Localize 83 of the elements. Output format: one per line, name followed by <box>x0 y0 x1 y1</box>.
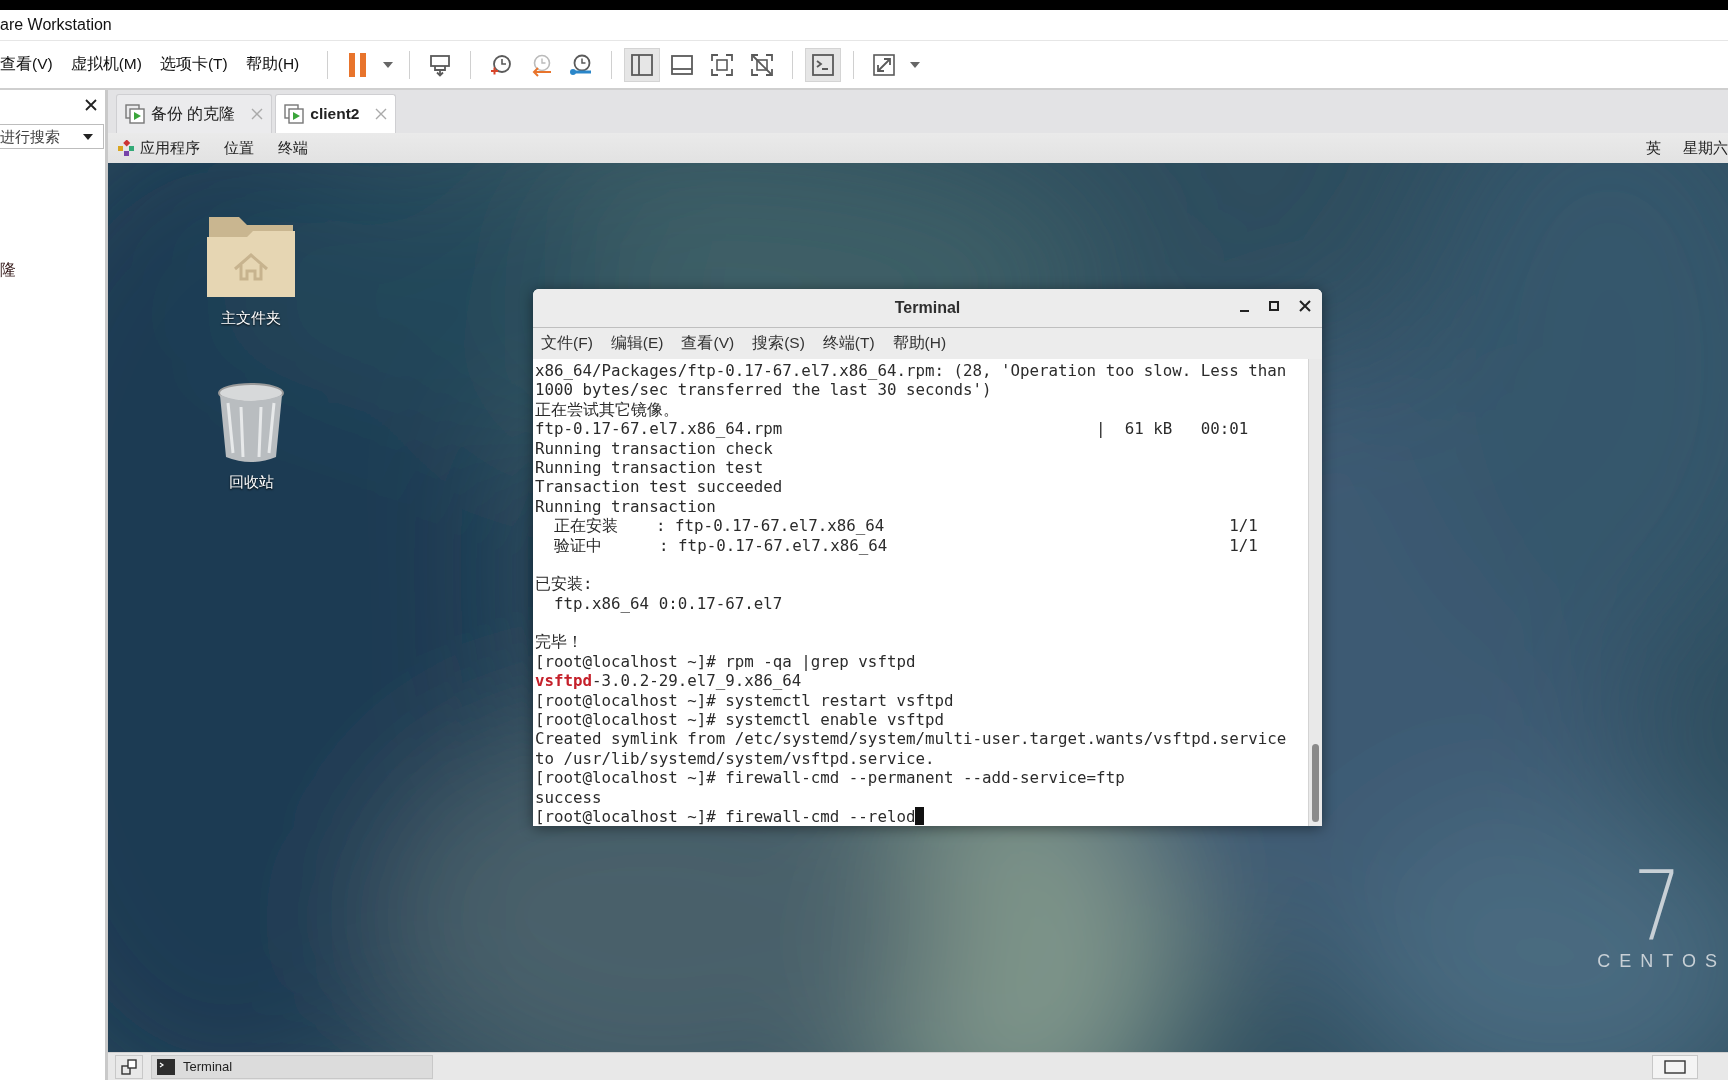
menu-item[interactable]: 文件(F) <box>539 333 595 354</box>
close-icon <box>1299 300 1311 312</box>
menu-item[interactable]: 选项卡(T) <box>159 54 228 75</box>
library-item[interactable]: 隆 <box>0 260 16 281</box>
menu-item[interactable]: 帮助(H) <box>245 54 300 75</box>
panel-menu[interactable]: 终端 <box>278 138 308 158</box>
vm-icon <box>125 104 145 124</box>
terminal-line: 正在尝试其它镜像。 <box>535 399 679 420</box>
toolbar-button[interactable] <box>805 47 842 82</box>
window-title: are Workstation <box>0 16 112 34</box>
terminal-line: [root@localhost ~]# firewall-cmd --relod <box>535 807 916 826</box>
scrollbar-thumb[interactable] <box>1312 744 1319 822</box>
vm-tab[interactable]: client2 <box>275 94 397 133</box>
terminal-line: 正在安装 : ftp-0.17-67.el7.x86_64 <box>553 516 885 536</box>
workspace-button[interactable] <box>1652 1054 1698 1079</box>
menu-item[interactable]: 帮助(H) <box>890 333 949 354</box>
caret-icon <box>382 60 395 69</box>
terminal-icon <box>811 52 836 77</box>
progress-count: 1/1 <box>1229 516 1258 536</box>
window-list-icon <box>121 1058 137 1075</box>
fullscreen-icon <box>710 52 735 77</box>
crossed-square-icon <box>750 52 775 77</box>
vm-icon <box>284 104 305 124</box>
status-item[interactable]: 星期六 <box>1683 138 1728 158</box>
terminal-icon <box>157 1058 175 1075</box>
progress-count: 1/1 <box>1229 535 1258 555</box>
terminal-line: Running transaction check <box>535 438 773 458</box>
terminal-line: [root@localhost ~]# systemctl enable vsftpd <box>535 710 944 730</box>
trash-icon <box>216 381 286 465</box>
window-title: Terminal <box>894 299 961 317</box>
terminal-line: Transaction test succeeded <box>535 477 783 497</box>
terminal-line: [root@localhost ~]# systemctl restart vsftpd <box>535 690 954 711</box>
workspace-icon <box>1664 1059 1686 1074</box>
terminal-line: 验证中 : ftp-0.17-67.el7.x86_64 <box>553 535 888 555</box>
desktop-icon-label[interactable]: 回收站 <box>228 473 274 492</box>
menu-item[interactable]: 搜索(S) <box>750 333 807 354</box>
panel-menu[interactable]: 应用程序 <box>140 138 200 158</box>
close-icon <box>251 108 264 120</box>
caret-icon <box>82 132 94 141</box>
terminal-line: ftp.x86_64 0:0.17-67.el7 <box>553 593 783 614</box>
terminal-line: 已安装: <box>535 574 593 594</box>
tab-label: client2 <box>310 105 360 123</box>
menu-item[interactable]: 查看(V) <box>0 54 53 75</box>
maximize-icon <box>1269 301 1279 311</box>
scrollbar[interactable] <box>1308 359 1322 826</box>
terminal-line: 1000 bytes/sec transferred the last 30 seconds') <box>535 380 992 400</box>
search-field[interactable]: 进行搜索 <box>0 124 104 149</box>
menu-item[interactable]: 查看(V) <box>679 333 737 354</box>
expand-icon <box>872 52 897 77</box>
menu-item[interactable]: 虚拟机(M) <box>70 54 142 75</box>
menu-item[interactable]: 终端(T) <box>820 333 877 354</box>
terminal-line: Created symlink from /etc/systemd/system/multi-user.target.wants/vsftpd.service <box>535 729 1287 749</box>
terminal-line: ftp-0.17-67.el7.x86_64.rpm | 61 kB 00:01 <box>535 419 1249 439</box>
status-item[interactable]: 英 <box>1646 138 1661 158</box>
clock-plus-icon <box>489 52 514 77</box>
os-logo-text: CENTOS <box>1597 951 1726 972</box>
vm-tab[interactable]: 备份 的克隆 <box>116 94 273 133</box>
panel-menu[interactable]: 位置 <box>224 138 254 158</box>
terminal-line: to /usr/lib/systemd/system/vsftpd.service. <box>535 748 935 769</box>
close-icon <box>375 108 388 120</box>
terminal-line: vsftpd-3.0.2-29.el7_9.x86_64 <box>535 671 802 691</box>
apps-icon <box>118 140 134 156</box>
terminal-line: [root@localhost ~]# firewall-cmd --permanent --add-service=ftp <box>535 768 1125 788</box>
caret-icon <box>909 60 922 69</box>
desktop-icon-label[interactable]: 主文件夹 <box>221 309 281 328</box>
version-number: 7 <box>1633 861 1682 951</box>
toolbar-button[interactable] <box>624 47 661 82</box>
tab-label: 备份 的克隆 <box>151 103 236 124</box>
terminal-line: 完毕！ <box>535 632 583 652</box>
minimize-icon <box>1240 310 1249 312</box>
window-list-button[interactable] <box>115 1054 143 1079</box>
terminal-line: Running transaction <box>535 496 716 517</box>
close-icon <box>84 98 98 112</box>
sidebar-layout-icon <box>630 52 655 77</box>
taskbar-task[interactable]: Terminal <box>151 1054 433 1079</box>
terminal-line: [root@localhost ~]# rpm -qa |grep vsftpd <box>535 651 916 672</box>
monitor-icon <box>428 52 453 77</box>
menu-item[interactable]: 编辑(E) <box>608 333 666 354</box>
bottom-panel-icon <box>670 52 695 77</box>
terminal-line: x86_64/Packages/ftp-0.17-67.el7.x86_64.rpm: (28, 'Operation too slow. Less than <box>535 361 1287 381</box>
terminal-line: success <box>535 787 602 807</box>
clock-wrench-icon <box>569 52 594 77</box>
terminal-line: Running transaction test <box>535 457 764 478</box>
